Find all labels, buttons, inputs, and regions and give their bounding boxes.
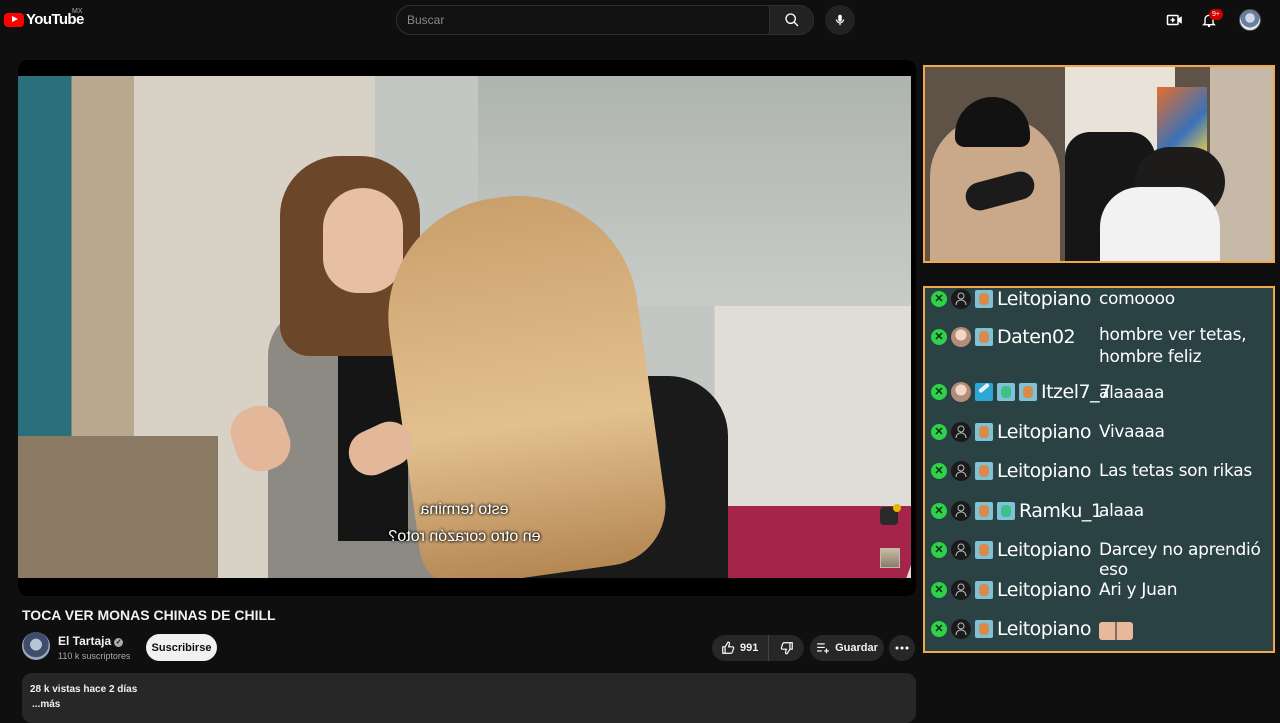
chat-text: alaaa bbox=[1099, 501, 1144, 521]
create-video-icon bbox=[1166, 14, 1182, 26]
sub-badge-icon bbox=[975, 620, 993, 638]
pickaxe-badge-icon bbox=[975, 383, 993, 401]
video-player[interactable]: esto termina en otro corazón roto? bbox=[18, 60, 916, 596]
moderator-badge-icon: ✕ bbox=[931, 329, 947, 345]
verified-icon: ✓ bbox=[114, 638, 124, 647]
user-avatar-icon bbox=[951, 619, 971, 639]
chat-text: comoooo bbox=[1099, 289, 1175, 309]
user-avatar-icon bbox=[951, 422, 971, 442]
user-avatar-icon bbox=[951, 327, 971, 347]
moderator-badge-icon: ✕ bbox=[931, 424, 947, 440]
youtube-logo[interactable]: YouTube MX bbox=[4, 8, 84, 28]
chat-text: Las tetas son rikas bbox=[1099, 461, 1252, 481]
search-button[interactable] bbox=[769, 5, 814, 35]
more-horizontal-icon bbox=[895, 646, 909, 650]
playlist-add-icon bbox=[817, 643, 829, 654]
voice-search-button[interactable] bbox=[825, 5, 855, 35]
thumbs-down-icon bbox=[780, 642, 793, 655]
chat-username: Leitopiano bbox=[997, 460, 1091, 482]
like-dislike-bar: 991 bbox=[712, 635, 804, 661]
moderator-badge-icon: ✕ bbox=[931, 291, 947, 307]
chat-text: Vivaaaa bbox=[1099, 422, 1165, 442]
moderator-badge-icon: ✕ bbox=[931, 582, 947, 598]
face-emote-icon bbox=[1099, 622, 1133, 640]
chat-username: Daten02 bbox=[997, 326, 1076, 348]
like-count: 991 bbox=[740, 642, 759, 654]
sub-badge-icon bbox=[975, 290, 993, 308]
sub-badge-icon bbox=[975, 581, 993, 599]
streamer-webcam bbox=[923, 65, 1275, 263]
video-title: TOCA VER MONAS CHINAS DE CHILL bbox=[22, 607, 276, 623]
woman-left-face bbox=[323, 188, 403, 293]
chat-username: Ramku_1 bbox=[1019, 500, 1103, 522]
chat-username: Leitopiano bbox=[997, 539, 1091, 561]
country-code: MX bbox=[72, 8, 83, 15]
create-button[interactable] bbox=[1165, 10, 1185, 30]
subtitle-line-2: en otro corazón roto? bbox=[388, 528, 541, 545]
chat-username: Leitopiano bbox=[997, 618, 1091, 640]
masthead: YouTube MX 9+ bbox=[0, 0, 1280, 40]
moderator-badge-icon: ✕ bbox=[931, 384, 947, 400]
channel-name[interactable]: El Tartaja ✓ bbox=[58, 634, 124, 648]
user-avatar-icon bbox=[951, 461, 971, 481]
search-input[interactable] bbox=[397, 6, 769, 34]
chat-emote-message bbox=[1099, 621, 1133, 641]
view-count-and-date: 28 k vistas hace 2 días bbox=[30, 684, 138, 695]
user-avatar-icon bbox=[951, 501, 971, 521]
save-label: Guardar bbox=[835, 642, 878, 654]
chat-text: hombre ver tetas, bbox=[1099, 325, 1247, 345]
youtube-logo-icon bbox=[4, 12, 24, 27]
more-actions-button[interactable] bbox=[889, 635, 915, 661]
user-avatar-icon bbox=[951, 289, 971, 309]
notification-count-badge: 9+ bbox=[1209, 9, 1223, 20]
mic-icon bbox=[835, 14, 845, 26]
chat-username: Leitopiano bbox=[997, 421, 1091, 443]
search-box[interactable] bbox=[396, 5, 770, 35]
thumbs-up-icon bbox=[722, 641, 735, 654]
chat-username: Leitopiano bbox=[997, 579, 1091, 601]
description-more-link[interactable]: ...más bbox=[32, 699, 60, 710]
user-avatar-icon bbox=[951, 540, 971, 560]
subtitle-line-1: esto termina bbox=[420, 501, 509, 518]
subscriber-count: 110 k suscriptores bbox=[58, 651, 131, 661]
search-icon bbox=[784, 13, 798, 27]
moderator-badge-icon: ✕ bbox=[931, 542, 947, 558]
gift-badge-icon bbox=[997, 502, 1015, 520]
moderator-badge-icon: ✕ bbox=[931, 463, 947, 479]
like-button[interactable]: 991 bbox=[712, 635, 769, 661]
save-button[interactable]: Guardar bbox=[810, 635, 884, 661]
sub-badge-icon bbox=[975, 328, 993, 346]
sub-badge-icon bbox=[1019, 383, 1037, 401]
chat-username: Leitopiano bbox=[997, 288, 1091, 310]
user-avatar-icon bbox=[951, 580, 971, 600]
channel-watermark-icon[interactable] bbox=[880, 504, 901, 525]
user-avatar-icon bbox=[951, 382, 971, 402]
chat-overlay: ✕ Leitopiano comoooo ✕ Daten02 hombre ve… bbox=[923, 286, 1275, 653]
dislike-button[interactable] bbox=[769, 635, 804, 661]
chat-text: alaaaaa bbox=[1099, 383, 1165, 403]
channel-avatar[interactable] bbox=[22, 632, 50, 660]
account-avatar[interactable] bbox=[1239, 9, 1261, 31]
subscribe-button[interactable]: Suscribirse bbox=[146, 634, 217, 661]
webcam-streamer-hair bbox=[955, 97, 1030, 147]
chat-text: Ari y Juan bbox=[1099, 580, 1178, 600]
sub-badge-icon bbox=[975, 423, 993, 441]
moderator-badge-icon: ✕ bbox=[931, 503, 947, 519]
webcam-guest bbox=[1100, 187, 1220, 261]
sub-badge-icon bbox=[975, 541, 993, 559]
gift-badge-icon bbox=[997, 383, 1015, 401]
chat-text: hombre feliz bbox=[1099, 347, 1202, 367]
sub-badge-icon bbox=[975, 462, 993, 480]
chat-text: Darcey no aprendió eso bbox=[1099, 540, 1261, 580]
video-frame[interactable]: esto termina en otro corazón roto? bbox=[18, 76, 911, 578]
branding-thumbnail[interactable] bbox=[880, 548, 900, 568]
description-box[interactable]: 28 k vistas hace 2 días ...más bbox=[22, 673, 916, 723]
channel-name-text[interactable]: El Tartaja bbox=[58, 634, 111, 648]
moderator-badge-icon: ✕ bbox=[931, 621, 947, 637]
sub-badge-icon bbox=[975, 502, 993, 520]
